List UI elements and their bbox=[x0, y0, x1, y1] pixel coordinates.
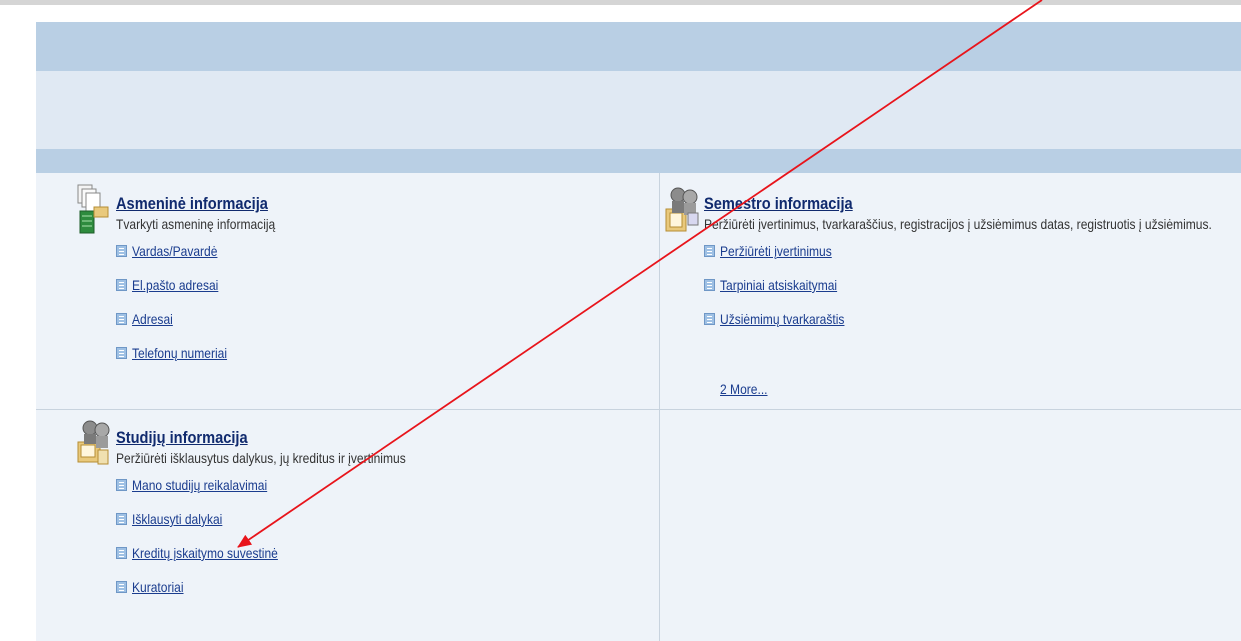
annotation-arrow bbox=[237, 0, 1043, 548]
annotation-arrow-line bbox=[237, 0, 1043, 548]
